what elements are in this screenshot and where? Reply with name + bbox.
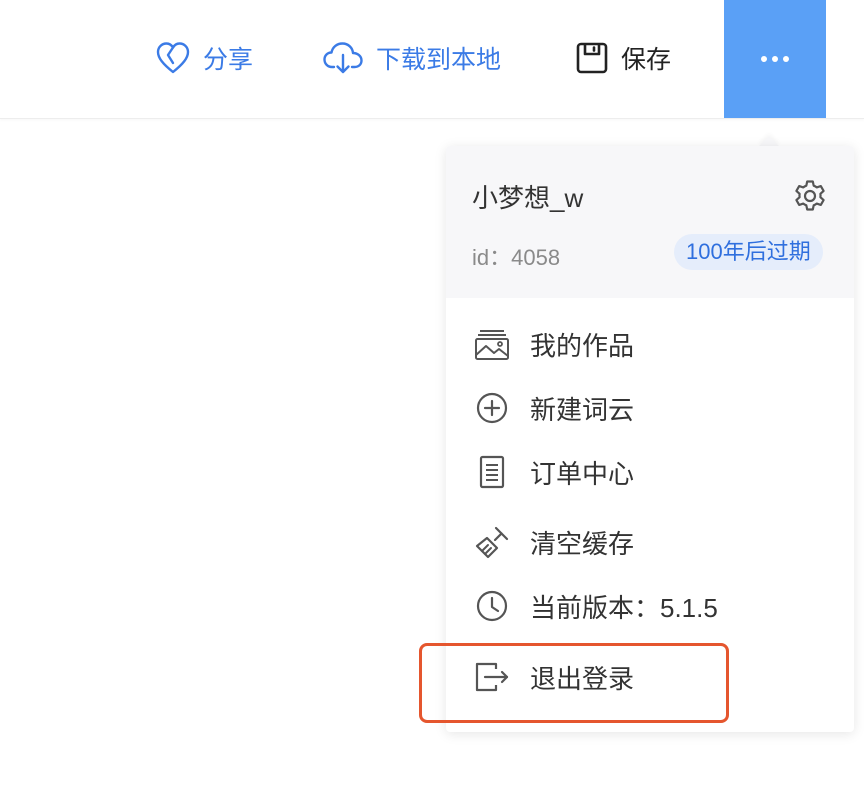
menu-item-order-center[interactable]: 订单中心 <box>474 452 634 492</box>
menu-item-new-wordcloud[interactable]: 新建词云 <box>474 388 634 428</box>
top-toolbar: 分享 下载到本地 保存 <box>0 0 864 119</box>
cloud-download-icon <box>323 42 363 74</box>
clock-icon <box>476 590 508 622</box>
share-label: 分享 <box>203 46 254 74</box>
gear-icon[interactable] <box>792 178 828 214</box>
menu-item-label: 我的作品 <box>530 330 635 361</box>
picture-icon <box>475 330 509 360</box>
menu-item-my-works[interactable]: 我的作品 <box>474 324 634 364</box>
user-info-panel: 小梦想_w id：4058 100年后过期 <box>446 146 854 298</box>
version-label: 当前版本：5.1.5 <box>530 592 718 623</box>
save-button[interactable]: 保存 <box>575 36 671 80</box>
share-button[interactable]: 分享 <box>155 36 253 80</box>
save-label: 保存 <box>621 46 672 74</box>
floppy-save-icon <box>576 42 608 74</box>
heart-icon <box>156 42 190 74</box>
menu-item-label: 清空缓存 <box>530 528 635 559</box>
document-icon <box>479 455 505 489</box>
menu-item-version: 当前版本：5.1.5 <box>474 586 718 626</box>
broom-icon <box>475 526 509 559</box>
account-dropdown-menu: 小梦想_w id：4058 100年后过期 我的作品 新建词云 订单中心 清空缓… <box>446 146 854 732</box>
menu-item-label: 订单中心 <box>530 458 635 489</box>
menu-item-logout[interactable]: 退出登录 <box>474 657 634 697</box>
menu-item-label: 退出登录 <box>530 663 635 694</box>
more-dots-icon <box>761 56 789 62</box>
plus-circle-icon <box>476 392 508 424</box>
logout-icon <box>475 662 509 692</box>
menu-item-label: 新建词云 <box>530 394 635 425</box>
more-menu-button[interactable] <box>724 0 826 118</box>
menu-item-clear-cache[interactable]: 清空缓存 <box>474 522 634 562</box>
username: 小梦想_w <box>472 183 584 213</box>
expiry-badge: 100年后过期 <box>674 234 823 270</box>
download-label: 下载到本地 <box>376 46 502 74</box>
user-id: id：4058 <box>472 245 561 270</box>
download-button[interactable]: 下载到本地 <box>322 36 501 80</box>
